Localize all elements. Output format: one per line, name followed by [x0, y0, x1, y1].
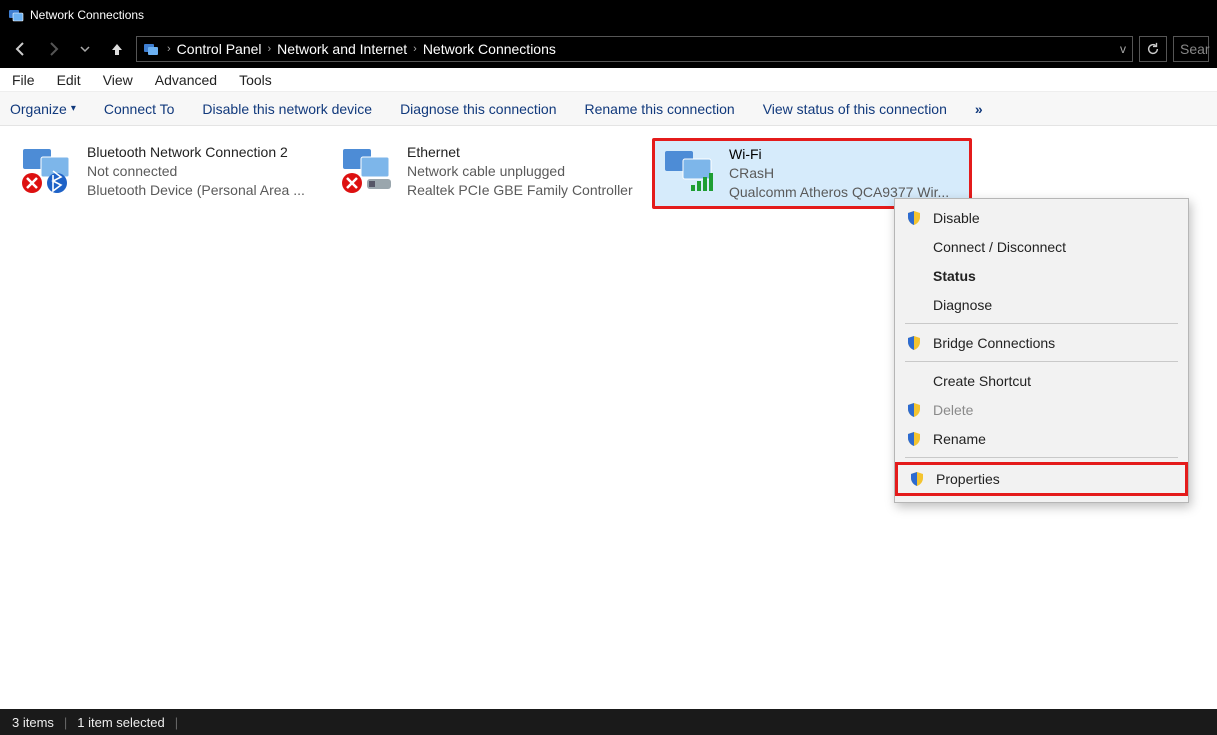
ctx-diagnose[interactable]: Diagnose [895, 290, 1188, 319]
divider: | [64, 715, 67, 730]
shield-icon [908, 471, 926, 487]
connection-device: Bluetooth Device (Personal Area ... [87, 181, 305, 200]
ctx-disable[interactable]: Disable [895, 203, 1188, 232]
view-status-button[interactable]: View status of this connection [763, 101, 947, 117]
chevron-down-icon: ▾ [71, 103, 76, 114]
network-icon [661, 145, 721, 197]
context-menu: Disable Connect / Disconnect Status Diag… [894, 198, 1189, 503]
ctx-create-shortcut[interactable]: Create Shortcut [895, 366, 1188, 395]
ctx-connect[interactable]: Connect / Disconnect [895, 232, 1188, 261]
recent-dropdown[interactable] [72, 36, 98, 62]
rename-button[interactable]: Rename this connection [585, 101, 735, 117]
menu-view[interactable]: View [99, 70, 137, 90]
breadcrumb-item[interactable]: Network Connections [423, 41, 556, 57]
connection-status: Not connected [87, 162, 305, 181]
connection-name: Bluetooth Network Connection 2 [87, 143, 305, 162]
search-input[interactable]: Sear [1173, 36, 1209, 62]
shield-icon [905, 335, 923, 351]
connection-item-ethernet[interactable]: Ethernet Network cable unplugged Realtek… [332, 138, 642, 209]
forward-button[interactable] [40, 36, 66, 62]
window-icon [8, 7, 24, 23]
window-title: Network Connections [30, 8, 144, 22]
navbar: › Control Panel › Network and Internet ›… [0, 30, 1217, 68]
connection-status: Network cable unplugged [407, 162, 633, 181]
disable-device-button[interactable]: Disable this network device [202, 101, 372, 117]
separator [905, 361, 1178, 362]
ctx-properties[interactable]: Properties [895, 462, 1188, 496]
refresh-button[interactable] [1139, 36, 1167, 62]
connection-text: Ethernet Network cable unplugged Realtek… [407, 143, 633, 204]
chevron-right-icon: › [413, 43, 417, 55]
network-icon [19, 143, 79, 195]
status-bar: 3 items | 1 item selected | [0, 709, 1217, 735]
chevron-right-icon: › [167, 43, 171, 55]
menubar: File Edit View Advanced Tools [0, 68, 1217, 92]
ctx-rename[interactable]: Rename [895, 424, 1188, 453]
status-count: 3 items [12, 715, 54, 730]
menu-tools[interactable]: Tools [235, 70, 276, 90]
separator [905, 323, 1178, 324]
search-placeholder: Sear [1180, 41, 1210, 57]
command-bar: Organize ▾ Connect To Disable this netwo… [0, 92, 1217, 126]
window: Network Connections › Control Panel › Ne… [0, 0, 1217, 735]
chevron-down-icon[interactable]: v [1120, 42, 1126, 56]
ctx-status[interactable]: Status [895, 261, 1188, 290]
back-button[interactable] [8, 36, 34, 62]
status-selected: 1 item selected [77, 715, 164, 730]
connection-name: Ethernet [407, 143, 633, 162]
menu-advanced[interactable]: Advanced [151, 70, 221, 90]
up-button[interactable] [104, 36, 130, 62]
connection-item-bluetooth[interactable]: Bluetooth Network Connection 2 Not conne… [12, 138, 322, 209]
divider: | [175, 715, 178, 730]
connect-to-button[interactable]: Connect To [104, 101, 175, 117]
ctx-bridge[interactable]: Bridge Connections [895, 328, 1188, 357]
menu-file[interactable]: File [8, 70, 39, 90]
breadcrumb-item[interactable]: Control Panel [177, 41, 262, 57]
connection-device: Realtek PCIe GBE Family Controller [407, 181, 633, 200]
connection-name: Wi-Fi [729, 145, 949, 164]
menu-edit[interactable]: Edit [53, 70, 85, 90]
ctx-delete: Delete [895, 395, 1188, 424]
network-icon [339, 143, 399, 195]
chevron-right-icon: › [268, 43, 272, 55]
diagnose-button[interactable]: Diagnose this connection [400, 101, 556, 117]
separator [905, 457, 1178, 458]
shield-icon [905, 431, 923, 447]
breadcrumb-item[interactable]: Network and Internet [277, 41, 407, 57]
connection-text: Wi-Fi CRasH Qualcomm Atheros QCA9377 Wir… [729, 145, 949, 202]
more-button[interactable]: » [975, 101, 984, 117]
titlebar: Network Connections [0, 0, 1217, 30]
shield-icon [905, 402, 923, 418]
connection-status: CRasH [729, 164, 949, 183]
organize-button[interactable]: Organize ▾ [10, 101, 76, 117]
shield-icon [905, 210, 923, 226]
folder-icon [143, 41, 161, 57]
content-area: Bluetooth Network Connection 2 Not conne… [0, 126, 1217, 709]
address-bar[interactable]: › Control Panel › Network and Internet ›… [136, 36, 1133, 62]
connection-text: Bluetooth Network Connection 2 Not conne… [87, 143, 305, 204]
